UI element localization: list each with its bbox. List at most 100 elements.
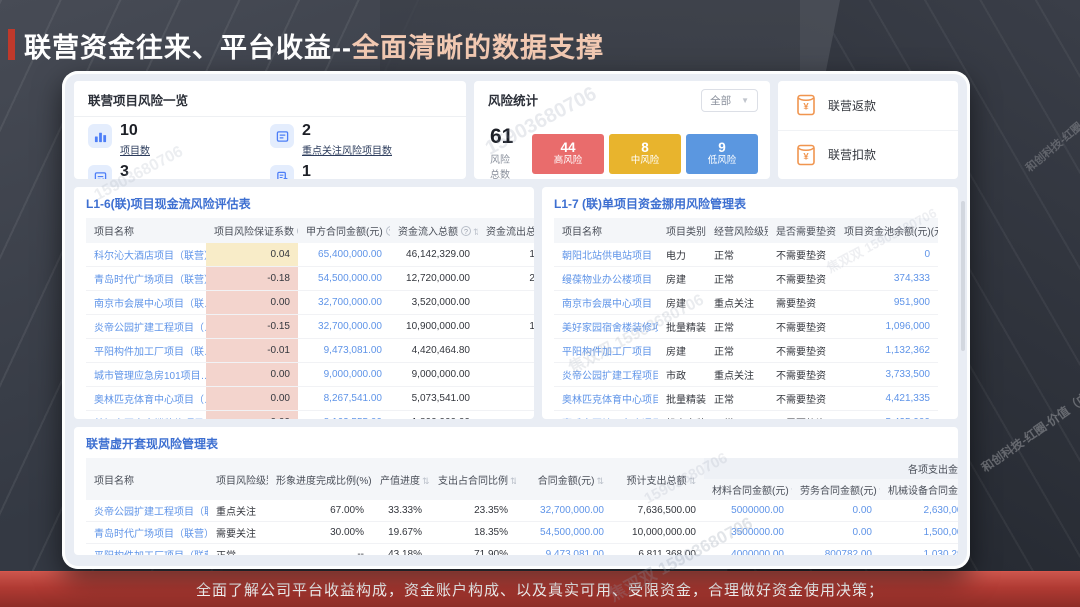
advance-cell: 需要垫资 xyxy=(768,291,836,315)
info-icon[interactable]: ? xyxy=(461,226,471,236)
table-row[interactable]: 美好家园宿舍楼装修项目…0.008,163,555.001,800,000.00… xyxy=(86,411,534,420)
sort-icon[interactable]: ⇅ xyxy=(879,486,880,496)
table-row[interactable]: 青岛时代广场项目（联营）需要关注30.00%19.67%18.35%54,500… xyxy=(86,522,958,544)
column-header[interactable]: 资金流入总额?⇅ xyxy=(390,218,478,243)
output_progress-cell: 19.67% xyxy=(372,522,430,544)
column-header[interactable]: 甲方合同金额(元)?⇅ xyxy=(298,218,390,243)
column-header[interactable]: 预计支出总额⇅ xyxy=(612,458,704,500)
table-row[interactable]: 平阳构件加工厂项目（联…-0.019,473,081.004,420,464.8… xyxy=(86,339,534,363)
joint-refund-button[interactable]: ¥ 联营返款 xyxy=(778,81,958,131)
column-header[interactable]: 支出占合同比例⇅ xyxy=(430,458,516,500)
chevron-down-icon: ▼ xyxy=(741,96,749,105)
table-row[interactable]: 南京市会展中心项目（联…0.0032,700,000.003,520,000.0… xyxy=(86,291,534,315)
risk-filter-select[interactable]: 全部 ▼ xyxy=(701,89,758,112)
outflow-cell: 8,550 xyxy=(478,363,534,387)
column-header[interactable]: 劳务合同金额(元)⇅ xyxy=(792,479,880,500)
inflow-cell: 12,720,000.00 xyxy=(390,267,478,291)
table-row[interactable]: 缦葆物业办公楼项目（联…房建正常不需要垫资374,333 xyxy=(554,267,938,291)
image_progress-cell: -- xyxy=(268,544,372,556)
risk-cell: 正常 xyxy=(706,315,768,339)
project-link[interactable]: 缦葆物业办公楼项目（联… xyxy=(562,275,658,286)
table-row[interactable]: 平阳构件加工厂项目（联…房建正常不需要垫资1,132,362 xyxy=(554,339,938,363)
project-link[interactable]: 青岛时代广场项目（联营） xyxy=(94,529,208,540)
output_progress-cell: 33.33% xyxy=(372,500,430,522)
inflow-cell: 9,000,000.00 xyxy=(390,363,478,387)
column-header[interactable]: 产值进度⇅ xyxy=(372,458,430,500)
table-row[interactable]: 炎帝公园扩建工程项目（联…重点关注67.00%33.33%23.35%32,70… xyxy=(86,500,958,522)
column-header[interactable]: 项目风险保证系数?⇅ xyxy=(206,218,298,243)
project-link[interactable]: 炎帝公园扩建工程项目（… xyxy=(94,323,206,334)
table-row[interactable]: 奥林匹克体育中心项目（…批量精装正常不需要垫资4,421,335 xyxy=(554,387,938,411)
stat-label[interactable]: 重点关注风险项目数 xyxy=(302,142,392,157)
coef-cell: 0.04 xyxy=(206,243,298,267)
labor-cell: 0.00 xyxy=(792,522,880,544)
vertical-scrollbar[interactable] xyxy=(961,201,965,351)
column-header[interactable]: 合同金额(元)⇅ xyxy=(516,458,612,500)
sort-icon[interactable]: ⇅ xyxy=(596,476,604,486)
project-link[interactable]: 奥林匹克体育中心项目（… xyxy=(562,395,658,406)
info-icon[interactable]: ? xyxy=(297,226,298,236)
level-cell: 重点关注 xyxy=(208,500,268,522)
advance-cell: 不需要垫资 xyxy=(768,363,836,387)
table-row[interactable]: 城市管理应急房101项目…0.009,000,000.009,000,000.0… xyxy=(86,363,534,387)
project-link[interactable]: 城市管理应急房101项目… xyxy=(94,371,206,382)
table-row[interactable]: 平阳构件加工厂项目（联营）正常--43.18%71.90%9,473,081.0… xyxy=(86,544,958,556)
project-link[interactable]: 炎帝公园扩建工程项目（… xyxy=(562,371,658,382)
joint-deduction-button[interactable]: ¥ 联营扣款 xyxy=(778,131,958,180)
sort-icon[interactable]: ⇅ xyxy=(791,486,792,496)
info-icon[interactable]: ? xyxy=(386,226,390,236)
project-name-cell: 平阳构件加工厂项目（联… xyxy=(86,339,206,363)
table-row[interactable]: 嘉禾家园地下车库通风项…机电安装正常不需要垫资5,425,000 xyxy=(554,411,938,420)
project-link[interactable]: 平阳构件加工厂项目（联… xyxy=(562,347,658,358)
sort-icon[interactable]: ⇅ xyxy=(473,227,478,237)
advance-cell: 不需要垫资 xyxy=(768,315,836,339)
expense_ratio-cell: 18.35% xyxy=(430,522,516,544)
badge-value: 9 xyxy=(718,140,726,155)
category-cell: 市政 xyxy=(658,363,706,387)
sort-icon[interactable]: ⇅ xyxy=(688,476,696,486)
svg-text:¥: ¥ xyxy=(803,102,809,113)
table-row[interactable]: 南京市会展中心项目（联…房建重点关注需要垫资951,900 xyxy=(554,291,938,315)
svg-text:¥: ¥ xyxy=(803,151,809,162)
balance-cell: 5,425,000 xyxy=(836,411,938,420)
project-link[interactable]: 炎帝公园扩建工程项目（联… xyxy=(94,507,208,518)
project-link[interactable]: 青岛时代广场项目（联营） xyxy=(94,275,206,286)
coef-cell: 0.00 xyxy=(206,291,298,315)
project-link[interactable]: 南京市会展中心项目（联… xyxy=(94,299,206,310)
project-link[interactable]: 平阳构件加工厂项目（联营） xyxy=(94,551,208,555)
project-link[interactable]: 美好家园宿舍楼装修项目… xyxy=(562,323,658,334)
sort-icon[interactable]: ⇅ xyxy=(510,476,516,486)
column-header[interactable]: 材料合同金额(元)⇅ xyxy=(704,479,792,500)
outflow-cell: 3,418 xyxy=(478,291,534,315)
project-name-cell: 美好家园宿舍楼装修项目… xyxy=(554,315,658,339)
column-header[interactable]: 资金流出总额?⇅ xyxy=(478,218,534,243)
cashflow-risk-table-panel: L1-6(联)项目现金流风险评估表 项目名称项目风险保证系数?⇅甲方合同金额(元… xyxy=(74,187,534,419)
project-link[interactable]: 平阳构件加工厂项目（联… xyxy=(94,347,206,358)
project-name-cell: 奥林匹克体育中心项目（… xyxy=(554,387,658,411)
coef-cell: 0.00 xyxy=(206,363,298,387)
coef-cell: -0.15 xyxy=(206,315,298,339)
column-header[interactable]: 机械设备合同金额(元)⇅ xyxy=(880,479,958,500)
action-label: 联营扣款 xyxy=(828,146,876,163)
est_total-cell: 6,811,368.00 xyxy=(612,544,704,556)
project-link[interactable]: 奥林匹克体育中心项目（… xyxy=(94,395,206,406)
stat-label[interactable]: 项目数 xyxy=(120,142,150,157)
stat-value: 1 xyxy=(302,163,311,179)
category-cell: 机电安装 xyxy=(658,411,706,420)
table-row[interactable]: 奥林匹克体育中心项目（…0.008,267,541.005,073,541.00… xyxy=(86,387,534,411)
outflow-cell: 3,295 xyxy=(478,339,534,363)
image_progress-cell: 67.00% xyxy=(268,500,372,522)
table-row[interactable]: 美好家园宿舍楼装修项目…批量精装正常不需要垫资1,096,000 xyxy=(554,315,938,339)
doc-watch-icon xyxy=(270,165,294,179)
project-link[interactable]: 科尔沁大酒店项目（联营） xyxy=(94,251,206,262)
table-row[interactable]: 科尔沁大酒店项目（联营）0.0465,400,000.0046,142,329.… xyxy=(86,243,534,267)
table-row[interactable]: 青岛时代广场项目（联营）-0.1854,500,000.0012,720,000… xyxy=(86,267,534,291)
project-link[interactable]: 南京市会展中心项目（联… xyxy=(562,299,658,310)
title-accent-bar xyxy=(8,29,15,60)
project-name-cell: 炎帝公园扩建工程项目（… xyxy=(86,315,206,339)
sort-icon[interactable]: ⇅ xyxy=(422,476,430,486)
table-row[interactable]: 炎帝公园扩建工程项目（…市政重点关注不需要垫资3,733,500 xyxy=(554,363,938,387)
table-row[interactable]: 朝阳北站供电站项目（联…电力正常不需要垫资0 xyxy=(554,243,938,267)
project-link[interactable]: 朝阳北站供电站项目（联… xyxy=(562,251,658,262)
table-row[interactable]: 炎帝公园扩建工程项目（…-0.1532,700,000.0010,900,000… xyxy=(86,315,534,339)
